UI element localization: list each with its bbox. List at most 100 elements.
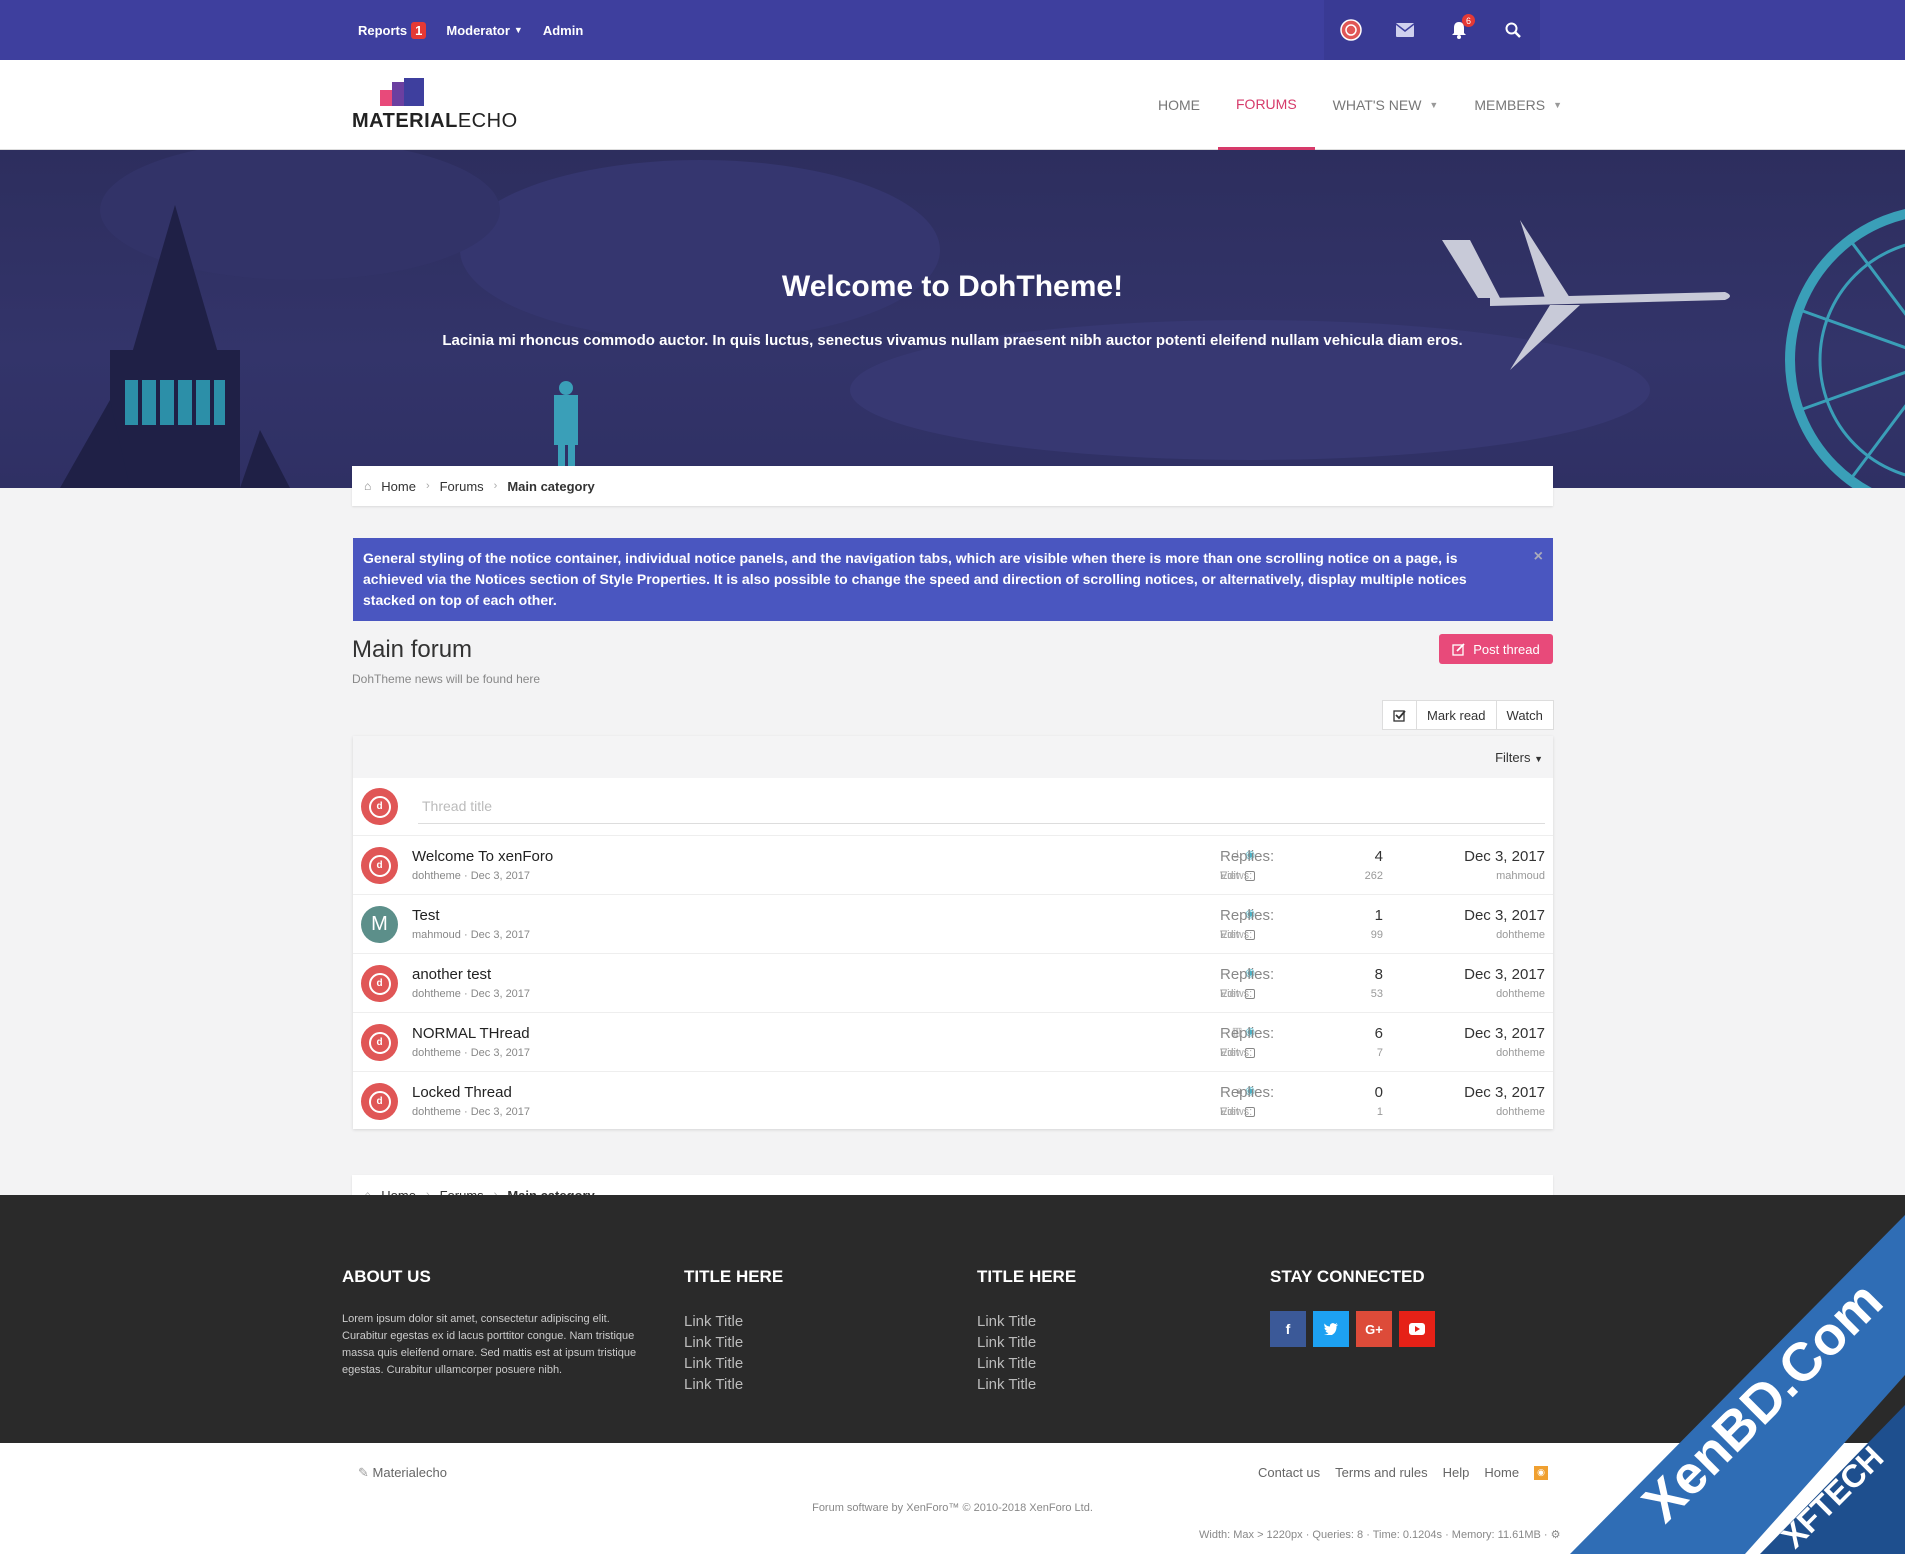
alerts-button[interactable]: 6 [1432, 0, 1486, 60]
table-row[interactable]: d Welcome To xenForo dohtheme · Dec 3, 2… [353, 836, 1553, 895]
chevron-down-icon[interactable]: ▼ [1429, 100, 1438, 110]
last-post-user[interactable]: mahmoud [1496, 870, 1545, 882]
nav-whats-new[interactable]: WHAT'S NEW ▼ [1315, 60, 1457, 150]
avatar[interactable]: d [361, 847, 398, 884]
site-logo[interactable]: MATERIALECHO [352, 78, 518, 133]
alerts-badge: 6 [1462, 14, 1475, 27]
avatar[interactable]: d [361, 1024, 398, 1061]
thread-date[interactable]: Dec 3, 2017 [471, 1047, 530, 1059]
footer-link[interactable]: Link Title [977, 1374, 1076, 1395]
thread-meta: mahmoud · Dec 3, 2017 [412, 929, 531, 941]
nav-forums[interactable]: FORUMS [1218, 60, 1315, 150]
thread-title[interactable]: Test [412, 907, 440, 924]
table-row[interactable]: M Test mahmoud · Dec 3, 2017 ◉ Edit Repl… [353, 895, 1553, 954]
footer-link[interactable]: Link Title [684, 1311, 783, 1332]
nav-whats-new-label: WHAT'S NEW [1332, 97, 1422, 113]
watch-button[interactable]: Watch [1497, 701, 1553, 729]
views-count: 262 [1364, 870, 1383, 882]
footer-link[interactable]: Link Title [684, 1353, 783, 1374]
nav-members[interactable]: MEMBERS ▼ [1456, 60, 1580, 150]
thread-title[interactable]: Locked Thread [412, 1084, 512, 1101]
last-post-date[interactable]: Dec 3, 2017 [1464, 907, 1545, 924]
filter-bar: Filters ▼ [353, 736, 1553, 778]
last-post-user[interactable]: dohtheme [1496, 1106, 1545, 1118]
mark-read-button[interactable]: Mark read [1417, 701, 1497, 729]
home-icon[interactable]: ⌂ [364, 479, 371, 493]
thread-author[interactable]: dohtheme [412, 988, 461, 1000]
logo-icon: d [368, 1031, 391, 1054]
thread-meta: dohtheme · Dec 3, 2017 [412, 1047, 531, 1059]
admin-link[interactable]: Admin [543, 23, 583, 38]
footer-link[interactable]: Link Title [977, 1311, 1076, 1332]
breadcrumb-home[interactable]: Home [381, 479, 416, 494]
thread-date[interactable]: Dec 3, 2017 [471, 929, 530, 941]
search-button[interactable] [1486, 0, 1540, 60]
footer-link[interactable]: Link Title [977, 1353, 1076, 1374]
contact-link[interactable]: Contact us [1258, 1465, 1320, 1480]
moderator-menu[interactable]: Moderator ▼ [446, 23, 522, 38]
google-plus-icon[interactable]: G+ [1356, 1311, 1392, 1347]
twitter-icon[interactable] [1313, 1311, 1349, 1347]
footer-social-title: STAY CONNECTED [1270, 1267, 1425, 1286]
last-post-date[interactable]: Dec 3, 2017 [1464, 966, 1545, 983]
home-link[interactable]: Home [1484, 1465, 1519, 1480]
avatar[interactable]: M [361, 906, 398, 943]
replies-label: Replies: [1220, 1025, 1275, 1042]
close-icon[interactable]: × [1534, 546, 1543, 567]
filters-button[interactable]: Filters ▼ [1495, 750, 1543, 765]
edit-icon [1452, 642, 1465, 656]
thread-title[interactable]: NORMAL THread [412, 1025, 530, 1042]
last-post-user[interactable]: dohtheme [1496, 929, 1545, 941]
avatar[interactable]: d [361, 965, 398, 1002]
facebook-icon[interactable]: f [1270, 1311, 1306, 1347]
brush-icon: ✎ [358, 1465, 369, 1480]
footer-link[interactable]: Link Title [684, 1374, 783, 1395]
views-label: Views: [1220, 1106, 1253, 1118]
table-row[interactable]: d another test dohtheme · Dec 3, 2017 ◉ … [353, 954, 1553, 1013]
thread-title[interactable]: Welcome To xenForo [412, 848, 553, 865]
nav-home[interactable]: HOME [1140, 60, 1218, 150]
logo-icon: d [368, 972, 391, 995]
user-avatar-button[interactable] [1324, 0, 1378, 60]
thread-title-input[interactable]: Thread title [418, 790, 1545, 824]
thread-date[interactable]: Dec 3, 2017 [471, 1106, 530, 1118]
avatar[interactable]: d [361, 1083, 398, 1120]
table-row[interactable]: d NORMAL THread dohtheme · Dec 3, 2017 ▥… [353, 1013, 1553, 1072]
reports-link[interactable]: Reports 1 [358, 21, 427, 39]
youtube-icon[interactable] [1399, 1311, 1435, 1347]
thread-author[interactable]: dohtheme [412, 1106, 461, 1118]
footer-link[interactable]: Link Title [977, 1332, 1076, 1353]
filters-label: Filters [1495, 749, 1531, 765]
last-post-date[interactable]: Dec 3, 2017 [1464, 1025, 1545, 1042]
thread-author[interactable]: mahmoud [412, 929, 461, 941]
table-row[interactable]: d Locked Thread dohtheme · Dec 3, 2017 🔒… [353, 1072, 1553, 1131]
mark-read-toggle[interactable] [1383, 701, 1417, 729]
inbox-button[interactable] [1378, 0, 1432, 60]
help-link[interactable]: Help [1443, 1465, 1470, 1480]
thread-date[interactable]: Dec 3, 2017 [471, 988, 530, 1000]
breadcrumb-forums[interactable]: Forums [440, 479, 484, 494]
chevron-down-icon[interactable]: ▼ [1553, 100, 1562, 110]
last-post-date[interactable]: Dec 3, 2017 [1464, 1084, 1545, 1101]
thread-title[interactable]: another test [412, 966, 491, 983]
replies-label: Replies: [1220, 966, 1275, 983]
terms-link[interactable]: Terms and rules [1335, 1465, 1427, 1480]
last-post-user[interactable]: dohtheme [1496, 988, 1545, 1000]
thread-author[interactable]: dohtheme [412, 870, 461, 882]
replies-label: Replies: [1220, 907, 1275, 924]
last-post-user[interactable]: dohtheme [1496, 1047, 1545, 1059]
style-name: Materialecho [372, 1465, 447, 1480]
style-chooser[interactable]: ✎ Materialecho [358, 1465, 447, 1481]
thread-date[interactable]: Dec 3, 2017 [471, 870, 530, 882]
breadcrumb-current[interactable]: Main category [507, 479, 594, 494]
gear-icon[interactable]: ⚙ [1551, 1529, 1561, 1541]
thread-author[interactable]: dohtheme [412, 1047, 461, 1059]
replies-label: Replies: [1220, 1084, 1275, 1101]
post-thread-button[interactable]: Post thread [1439, 634, 1553, 664]
rss-icon[interactable]: ◉ [1534, 1465, 1549, 1480]
footer-link[interactable]: Link Title [684, 1332, 783, 1353]
reports-badge: 1 [411, 21, 427, 39]
last-post-date[interactable]: Dec 3, 2017 [1464, 848, 1545, 865]
replies-count: 1 [1374, 907, 1383, 924]
hero-subtitle: Lacinia mi rhoncus commodo auctor. In qu… [442, 332, 1463, 349]
